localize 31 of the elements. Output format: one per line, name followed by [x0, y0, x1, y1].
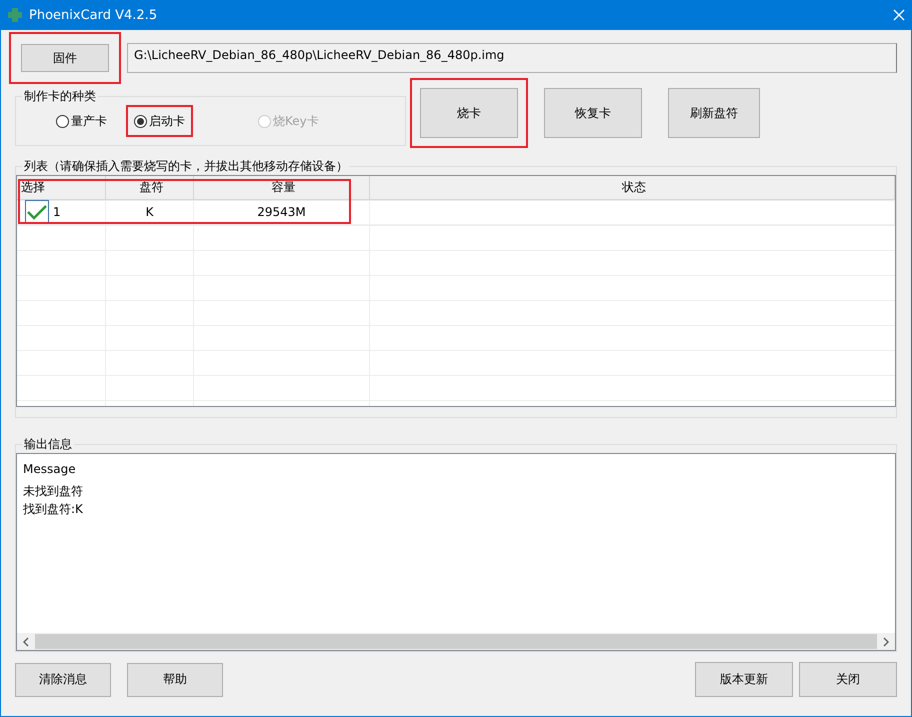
row-number: 1	[53, 205, 61, 219]
path-field[interactable]: G:\LicheeRV_Debian_86_480p\LicheeRV_Debian_86_480p.img	[127, 43, 897, 73]
footer-button[interactable]: 清除消息	[15, 662, 111, 696]
firmware-button[interactable]: 固件	[21, 44, 109, 72]
table-cell: K	[106, 200, 194, 225]
app-icon	[7, 7, 23, 23]
group-label: 输出信息	[23, 436, 73, 453]
footer-button[interactable]: 关闭	[799, 662, 897, 697]
close-icon[interactable]	[893, 9, 905, 21]
radio-button[interactable]	[134, 114, 147, 128]
action-button[interactable]: 烧卡	[420, 88, 518, 138]
footer-button[interactable]: 版本更新	[695, 662, 793, 697]
message-line: 未找到盘符	[23, 483, 84, 500]
message-line: 找到盘符:K	[23, 501, 84, 518]
column-header[interactable]: 状态	[370, 176, 895, 200]
group-label: 制作卡的种类	[23, 88, 97, 105]
radio-option[interactable]: 量产卡	[56, 113, 107, 129]
radio-button[interactable]	[56, 114, 69, 128]
window-title: PhoenixCard V4.2.5	[29, 8, 158, 22]
table-cell: 29543M	[194, 200, 370, 225]
checkbox[interactable]	[25, 200, 49, 224]
group-label: 列表（请确保插入需要烧写的卡，并拔出其他移动存储设备）	[23, 158, 349, 175]
footer-button[interactable]: 帮助	[127, 662, 223, 696]
radio-option[interactable]: 启动卡	[134, 113, 185, 129]
message-line: Message	[23, 461, 77, 478]
column-header[interactable]: 选择	[17, 176, 106, 200]
action-button[interactable]: 刷新盘符	[668, 88, 760, 138]
action-button[interactable]: 恢复卡	[544, 88, 642, 138]
check-icon	[27, 204, 47, 220]
column-header[interactable]: 盘符	[106, 176, 194, 200]
column-header[interactable]: 容量	[194, 176, 370, 200]
